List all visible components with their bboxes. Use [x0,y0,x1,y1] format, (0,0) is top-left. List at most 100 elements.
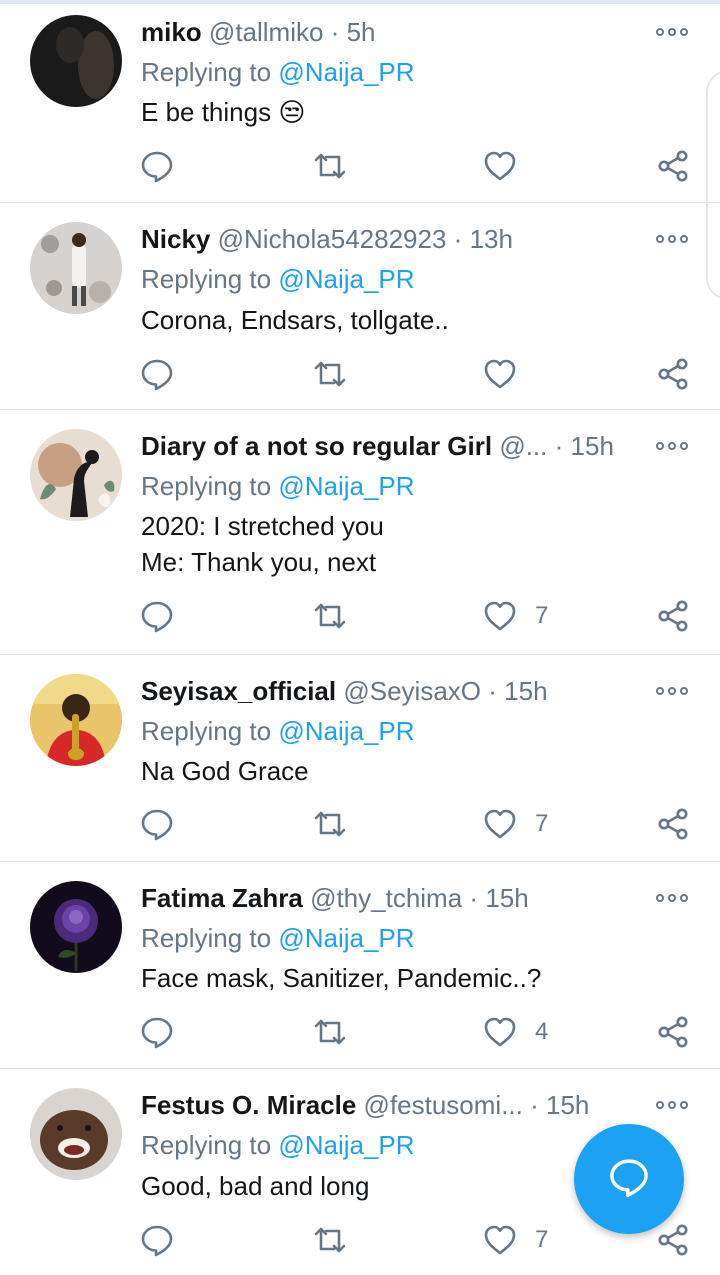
author-name[interactable]: Nicky [141,224,210,254]
more-icon[interactable] [656,892,688,904]
retweet-icon[interactable] [312,356,348,392]
more-icon[interactable] [656,233,688,245]
tweet-text: Face mask, Sanitizer, Pandemic..? [141,963,542,993]
tweet-header: Festus O. Miracle @festusomi... · 15h [141,1088,630,1122]
author-name[interactable]: Seyisax_official [141,676,336,706]
replying-to: Replying to @Naija_PR [141,714,415,748]
tweet-header: Diary of a not so regular Girl @... · 15… [141,429,630,463]
author-handle: @festusomi... [363,1090,523,1120]
author-handle: @tallmiko [208,17,324,47]
like-count: 7 [535,1226,549,1253]
more-icon[interactable] [656,26,688,38]
mention-link[interactable]: @Naija_PR [278,57,414,87]
more-icon[interactable] [656,685,688,697]
replying-to-label: Replying to [141,923,272,953]
like-count: 7 [535,810,549,837]
tweet-text: Corona, Endsars, tollgate.. [141,305,449,335]
share-icon[interactable] [655,1222,691,1258]
tweet-time: 15h [504,676,548,706]
tweet-item[interactable]: Fatima Zahra @thy_tchima · 15h Replying … [0,862,720,1069]
mention-link[interactable]: @Naija_PR [278,716,414,746]
compose-reply-button[interactable] [574,1124,684,1234]
tweet-item[interactable]: Seyisax_official @SeyisaxO · 15h Replyin… [0,655,720,862]
separator-dot: · [469,883,479,913]
author-name[interactable]: Fatima Zahra [141,883,303,913]
tweet-text: 2020: I stretched you Me: Thank you, nex… [141,511,384,577]
avatar[interactable] [30,1088,122,1180]
author-handle: @... [499,431,548,461]
author-handle: @thy_tchima [310,883,463,913]
like-icon[interactable] [482,356,518,392]
avatar[interactable] [30,881,122,973]
author-name[interactable]: Diary of a not so regular Girl [141,431,492,461]
tweet-header: miko @tallmiko · 5h [141,15,630,49]
tweet-header: Fatima Zahra @thy_tchima · 15h [141,881,630,915]
author-handle: @Nichola54282923 [217,224,447,254]
tweet-item[interactable]: miko @tallmiko · 5h Replying to @Naija_P… [0,0,720,203]
replying-to-label: Replying to [141,716,272,746]
replying-to-label: Replying to [141,57,272,87]
mention-link[interactable]: @Naija_PR [278,471,414,501]
mention-link[interactable]: @Naija_PR [278,923,414,953]
replying-to: Replying to @Naija_PR [141,1128,415,1162]
share-icon[interactable] [655,356,691,392]
separator-dot: · [453,224,463,254]
reply-icon[interactable] [139,1014,175,1050]
like-icon[interactable] [482,1222,518,1258]
avatar[interactable] [30,15,122,107]
mention-link[interactable]: @Naija_PR [278,264,414,294]
share-icon[interactable] [655,598,691,634]
like-icon[interactable] [482,598,518,634]
avatar[interactable] [30,429,122,521]
like-count: 7 [535,602,549,629]
share-icon[interactable] [655,1014,691,1050]
author-name[interactable]: miko [141,17,202,47]
replying-to: Replying to @Naija_PR [141,921,415,955]
replying-to-label: Replying to [141,264,272,294]
reply-icon[interactable] [139,356,175,392]
reply-icon[interactable] [139,148,175,184]
more-icon[interactable] [656,440,688,452]
retweet-icon[interactable] [312,598,348,634]
like-count: 4 [535,1018,549,1045]
reply-icon[interactable] [139,806,175,842]
tweet-header: Seyisax_official @SeyisaxO · 15h [141,674,630,708]
tweet-header: Nicky @Nichola54282923 · 13h [141,222,630,256]
more-icon[interactable] [656,1099,688,1111]
mention-link[interactable]: @Naija_PR [278,1130,414,1160]
tweet-time: 15h [485,883,529,913]
tweet-text: E be things 😒 [141,97,306,127]
like-icon[interactable] [482,1014,518,1050]
author-name[interactable]: Festus O. Miracle [141,1090,356,1120]
avatar[interactable] [30,674,122,766]
tweet-time: 15h [546,1090,590,1120]
replying-to-label: Replying to [141,471,272,501]
replying-to: Replying to @Naija_PR [141,55,415,89]
like-icon[interactable] [482,806,518,842]
separator-dot: · [488,676,497,706]
author-handle: @SeyisaxO [343,676,482,706]
tweet-time: 15h [570,431,614,461]
tweet-item[interactable]: Nicky @Nichola54282923 · 13h Replying to… [0,203,720,410]
tweet-time: 13h [469,224,513,254]
retweet-icon[interactable] [312,148,348,184]
tweet-item[interactable]: Diary of a not so regular Girl @... · 15… [0,410,720,655]
reply-icon[interactable] [139,1222,175,1258]
replying-to: Replying to @Naija_PR [141,469,415,503]
separator-dot: · [330,17,340,47]
retweet-icon[interactable] [312,1222,348,1258]
reply-icon[interactable] [139,598,175,634]
retweet-icon[interactable] [312,1014,348,1050]
like-icon[interactable] [482,148,518,184]
separator-dot: · [530,1090,539,1120]
share-icon[interactable] [655,806,691,842]
share-icon[interactable] [655,148,691,184]
replying-to-label: Replying to [141,1130,272,1160]
retweet-icon[interactable] [312,806,348,842]
compose-reply-icon [607,1155,651,1204]
tweet-time: 5h [346,17,376,47]
replying-to: Replying to @Naija_PR [141,262,415,296]
avatar[interactable] [30,222,122,314]
tweet-text: Na God Grace [141,756,309,786]
separator-dot: · [554,431,564,461]
